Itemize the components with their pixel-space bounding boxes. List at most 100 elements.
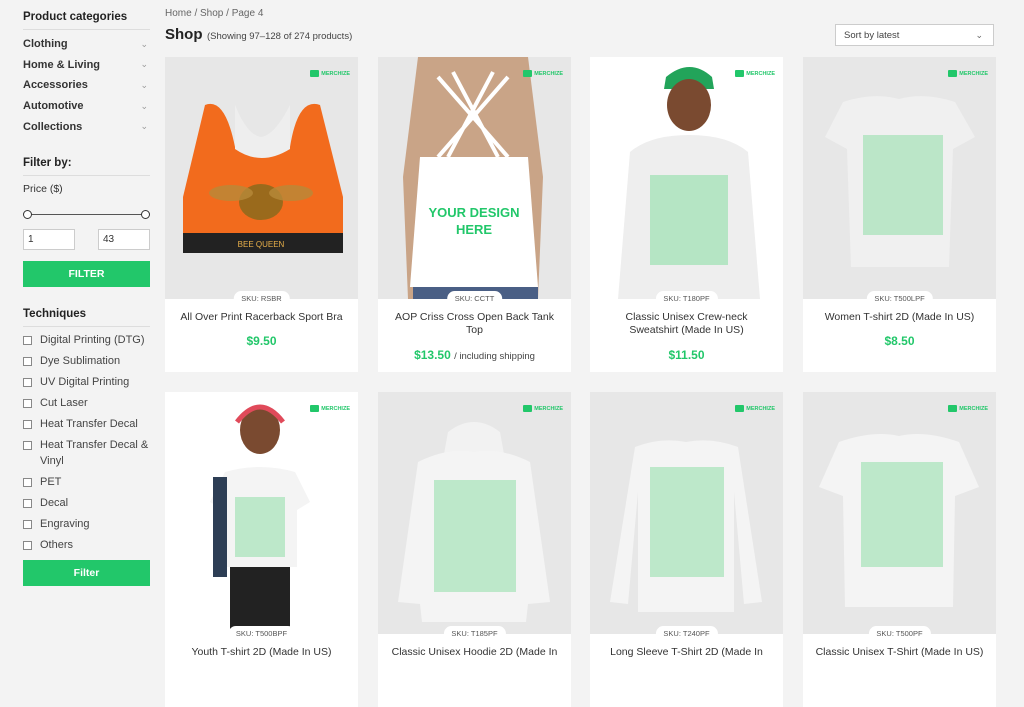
- category-accessories[interactable]: Accessories ⌄: [23, 75, 150, 96]
- technique-item[interactable]: Heat Transfer Decal & Vinyl: [23, 437, 150, 469]
- filter-button[interactable]: FILTER: [23, 260, 150, 287]
- checkbox[interactable]: [23, 335, 32, 345]
- slider-max-handle[interactable]: [141, 209, 150, 219]
- product-card[interactable]: MERCHIZE SKU: T500LPF Women T-shirt 2D (…: [803, 57, 996, 372]
- tank-top-graphic: YOUR DESIGN HERE: [403, 57, 543, 299]
- technique-item[interactable]: Heat Transfer Decal: [23, 416, 150, 432]
- checkbox[interactable]: [23, 477, 32, 487]
- category-clothing[interactable]: Clothing ⌄: [23, 34, 150, 55]
- checkbox[interactable]: [23, 540, 32, 550]
- brand-logo: MERCHIZE: [310, 70, 350, 77]
- category-automotive[interactable]: Automotive ⌄: [23, 96, 150, 117]
- brand-logo: MERCHIZE: [735, 405, 775, 412]
- product-price: $8.50: [884, 334, 915, 348]
- category-list: Clothing ⌄ Home & Living ⌄ Accessories ⌄ Au…: [23, 34, 150, 137]
- product-image[interactable]: MERCHIZE: [165, 392, 358, 634]
- product-card[interactable]: MERCHIZE BEE QUEEN SKU: RSBR All Over Pr…: [165, 57, 358, 372]
- category-label: Collections: [23, 120, 83, 133]
- svg-text:HERE: HERE: [456, 222, 492, 237]
- category-home-living[interactable]: Home & Living ⌄: [23, 55, 150, 76]
- sidebar: Product categories Clothing ⌄ Home & Livi…: [23, 0, 150, 586]
- checkbox[interactable]: [23, 498, 32, 508]
- checkbox[interactable]: [23, 398, 32, 408]
- product-image[interactable]: MERCHIZE: [803, 57, 996, 299]
- chevron-down-icon[interactable]: ⌄: [140, 39, 148, 50]
- technique-label: UV Digital Printing: [40, 375, 130, 388]
- technique-label: Heat Transfer Decal: [40, 417, 138, 430]
- sku-badge: SKU: T500PF: [868, 626, 931, 641]
- tshirt-graphic: [825, 96, 975, 267]
- product-name[interactable]: Long Sleeve T-Shirt 2D (Made In: [600, 646, 773, 659]
- product-price: $13.50 / including shipping: [414, 348, 535, 362]
- price-slider[interactable]: [23, 209, 150, 221]
- product-card[interactable]: MERCHIZE YOUR DESIGN HERE SKU: CCTT AOP …: [378, 57, 571, 372]
- chevron-down-icon[interactable]: ⌄: [140, 101, 148, 112]
- breadcrumb[interactable]: Home / Shop / Page 4: [165, 8, 263, 19]
- hoodie-graphic: [398, 422, 550, 622]
- product-image[interactable]: MERCHIZE: [378, 392, 571, 634]
- chevron-down-icon[interactable]: ⌄: [140, 59, 148, 70]
- product-card[interactable]: MERCHIZE SKU: T500PF Classic Unisex T-Sh…: [803, 392, 996, 707]
- sort-select[interactable]: Sort by latest ⌄: [835, 24, 994, 46]
- product-card[interactable]: MERCHIZE SKU: T180PF Classic Unisex Crew…: [590, 57, 783, 372]
- checkbox[interactable]: [23, 356, 32, 366]
- product-image[interactable]: MERCHIZE YOUR DESIGN HERE: [378, 57, 571, 299]
- product-card[interactable]: MERCHIZE SKU: T240PF Long Sleeve T-Shirt…: [590, 392, 783, 707]
- product-card[interactable]: MERCHIZE SKU: T185PF Classic Unisex Hood…: [378, 392, 571, 707]
- chevron-down-icon[interactable]: ⌄: [140, 80, 148, 91]
- technique-item[interactable]: Dye Sublimation: [23, 353, 150, 369]
- technique-item[interactable]: Decal: [23, 495, 150, 511]
- max-price-input[interactable]: [98, 228, 150, 250]
- brand-logo: MERCHIZE: [948, 405, 988, 412]
- sku-badge: SKU: CCTT: [446, 291, 503, 306]
- product-name[interactable]: All Over Print Racerback Sport Bra: [175, 311, 348, 324]
- technique-item[interactable]: Others: [23, 537, 150, 553]
- slider-track: [27, 213, 146, 215]
- techniques-title: Techniques: [23, 308, 150, 327]
- category-label: Automotive: [23, 100, 84, 113]
- product-image[interactable]: MERCHIZE BEE QUEEN: [165, 57, 358, 299]
- brand-logo: MERCHIZE: [523, 70, 563, 77]
- product-image[interactable]: MERCHIZE: [590, 57, 783, 299]
- technique-item[interactable]: PET: [23, 474, 150, 490]
- techniques-filter-button[interactable]: Filter: [23, 559, 150, 586]
- checkbox[interactable]: [23, 419, 32, 429]
- product-name[interactable]: Youth T-shirt 2D (Made In US): [175, 646, 348, 659]
- category-label: Clothing: [23, 38, 68, 51]
- unisex-tshirt-graphic: [819, 434, 979, 607]
- category-collections[interactable]: Collections ⌄: [23, 116, 150, 137]
- checkbox[interactable]: [23, 519, 32, 529]
- category-label: Accessories: [23, 79, 88, 92]
- slider-min-handle[interactable]: [23, 209, 32, 219]
- checkbox[interactable]: [23, 377, 32, 387]
- product-name[interactable]: Classic Unisex Crew-neck Sweatshirt (Mad…: [600, 311, 773, 337]
- product-image[interactable]: MERCHIZE: [590, 392, 783, 634]
- sku-badge: SKU: T180PF: [655, 291, 718, 306]
- sku-badge: SKU: RSBR: [233, 291, 290, 306]
- product-name[interactable]: Classic Unisex T-Shirt (Made In US): [813, 646, 986, 659]
- technique-label: Others: [40, 538, 74, 551]
- product-name[interactable]: AOP Criss Cross Open Back Tank Top: [388, 311, 561, 337]
- checkbox[interactable]: [23, 440, 32, 450]
- chevron-down-icon: ⌄: [975, 29, 983, 40]
- filter-title: Filter by:: [23, 157, 150, 176]
- product-name[interactable]: Women T-shirt 2D (Made In US): [813, 311, 986, 324]
- long-sleeve-graphic: [610, 440, 762, 612]
- technique-item[interactable]: UV Digital Printing: [23, 374, 150, 390]
- product-card[interactable]: MERCHIZE SKU: T500BPF Youth T-shirt 2D (…: [165, 392, 358, 707]
- product-name[interactable]: Classic Unisex Hoodie 2D (Made In: [388, 646, 561, 659]
- product-price: $11.50: [668, 348, 705, 362]
- svg-text:YOUR DESIGN: YOUR DESIGN: [428, 205, 519, 220]
- min-price-input[interactable]: [23, 228, 75, 250]
- chevron-down-icon[interactable]: ⌄: [140, 121, 148, 132]
- brand-logo: MERCHIZE: [735, 70, 775, 77]
- product-image[interactable]: MERCHIZE: [803, 392, 996, 634]
- sort-label: Sort by latest: [844, 29, 900, 41]
- svg-text:BEE QUEEN: BEE QUEEN: [238, 240, 285, 249]
- page-title: Shop: [165, 26, 203, 43]
- technique-item[interactable]: Cut Laser: [23, 395, 150, 411]
- categories-title: Product categories: [23, 11, 150, 30]
- brand-logo: MERCHIZE: [948, 70, 988, 77]
- technique-item[interactable]: Digital Printing (DTG): [23, 332, 150, 348]
- technique-item[interactable]: Engraving: [23, 516, 150, 532]
